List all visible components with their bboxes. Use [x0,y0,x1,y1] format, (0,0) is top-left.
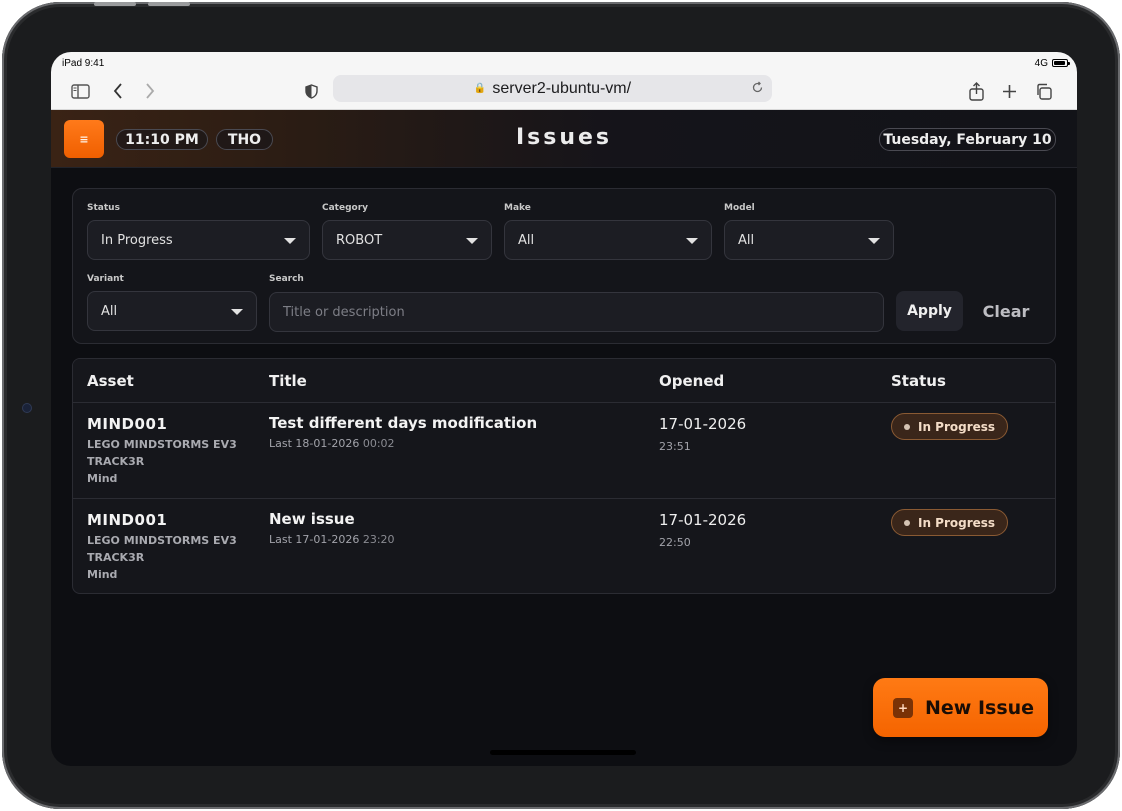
status-badge-label: In Progress [918,515,996,530]
browser-toolbar: 🔒 server2-ubuntu-vm/ [51,74,1077,110]
asset-make: LEGO MINDSTORMS EV3 [87,534,237,547]
sidebar-toggle-icon[interactable] [68,79,92,103]
variant-filter-label: Variant [87,274,124,284]
asset-make: LEGO MINDSTORMS EV3 [87,438,237,451]
opened-time: 23:51 [659,440,691,453]
status-select-value: In Progress [101,232,173,248]
status-badge: In Progress [891,509,1009,536]
variant-select-value: All [101,303,118,319]
asset-id: MIND001 [87,415,168,433]
make-select[interactable]: All [504,220,712,260]
chevron-down-icon [284,238,296,244]
front-camera [23,404,31,412]
reload-icon[interactable] [751,81,764,99]
make-select-value: All [518,232,535,248]
status-dot-icon [904,520,910,526]
last-updated-date: Last 17-01-2026 [269,533,360,546]
issue-last-updated: Last 17-01-2026 23:20 [269,533,395,546]
status-badge-label: In Progress [918,419,996,434]
asset-variant: Mind [87,568,118,581]
column-header-opened[interactable]: Opened [659,372,724,390]
status-select[interactable]: In Progress [87,220,310,260]
status-filter-label: Status [87,203,120,213]
chevron-down-icon [466,238,478,244]
new-issue-label: New Issue [925,696,1035,719]
ipad-frame: iPad 9:41 4G 🔒 server2-ubuntu-vm/ ≡ 11:1… [2,2,1120,809]
model-select[interactable]: All [724,220,894,260]
opened-date: 17-01-2026 [659,511,747,529]
issues-table: Asset Title Opened Status MIND001 LEGO M… [72,358,1056,594]
filter-panel: Status In Progress Category ROBOT Make A… [72,188,1056,344]
issue-title[interactable]: Test different days modification [269,414,537,432]
variant-select[interactable]: All [87,291,257,331]
share-icon[interactable] [964,79,988,103]
category-select-value: ROBOT [336,232,383,248]
clear-button[interactable]: Clear [971,291,1041,331]
asset-model: TRACK3R [87,551,145,564]
screen: iPad 9:41 4G 🔒 server2-ubuntu-vm/ ≡ 11:1… [51,52,1077,766]
date-pill: Tuesday, February 10 [879,128,1056,151]
chevron-down-icon [868,238,880,244]
last-updated-time: 23:20 [362,533,395,546]
privacy-shield-icon[interactable] [299,79,323,103]
lock-icon: 🔒 [473,83,487,94]
model-filter-label: Model [724,203,755,213]
category-select[interactable]: ROBOT [322,220,492,260]
url-bar[interactable]: 🔒 server2-ubuntu-vm/ [333,75,772,102]
model-select-value: All [738,232,755,248]
opened-time: 22:50 [659,536,691,549]
volume-button [94,2,136,6]
asset-model: TRACK3R [87,455,145,468]
last-updated-time: 00:02 [362,437,395,450]
apply-button[interactable]: Apply [896,291,963,331]
table-header: Asset Title Opened Status [73,359,1055,403]
plus-icon: + [893,697,913,718]
issue-title[interactable]: New issue [269,510,355,528]
asset-variant: Mind [87,472,118,485]
search-input[interactable]: Title or description [269,292,884,332]
table-row[interactable]: MIND001 LEGO MINDSTORMS EV3 TRACK3R Mind… [73,403,1055,499]
search-filter-label: Search [269,274,304,284]
new-issue-button[interactable]: + New Issue [873,678,1048,737]
tabs-overview-icon[interactable] [1031,79,1055,103]
new-tab-icon[interactable] [997,79,1021,103]
column-header-status[interactable]: Status [891,372,946,390]
category-filter-label: Category [322,203,369,213]
column-header-asset[interactable]: Asset [87,372,134,390]
table-row[interactable]: MIND001 LEGO MINDSTORMS EV3 TRACK3R Mind… [73,499,1055,593]
chevron-down-icon [231,309,243,315]
chevron-down-icon [686,238,698,244]
column-header-title[interactable]: Title [269,372,307,390]
last-updated-date: Last 18-01-2026 [269,437,360,450]
volume-button [148,2,190,6]
battery-icon [1052,59,1070,67]
make-filter-label: Make [504,203,531,213]
home-indicator[interactable] [490,750,636,755]
status-dot-icon [904,424,910,430]
issue-last-updated: Last 18-01-2026 00:02 [269,437,395,450]
status-badge: In Progress [891,413,1009,440]
forward-icon[interactable] [138,79,162,103]
opened-date: 17-01-2026 [659,415,747,433]
status-time: iPad 9:41 [62,58,105,69]
status-bar: iPad 9:41 4G [51,52,1077,74]
network-indicator: 4G [1034,58,1048,69]
url-text: server2-ubuntu-vm/ [492,79,632,97]
app-header: ≡ 11:10 PM THO Issues Tuesday, February … [51,110,1077,168]
asset-id: MIND001 [87,511,168,529]
back-icon[interactable] [106,79,130,103]
